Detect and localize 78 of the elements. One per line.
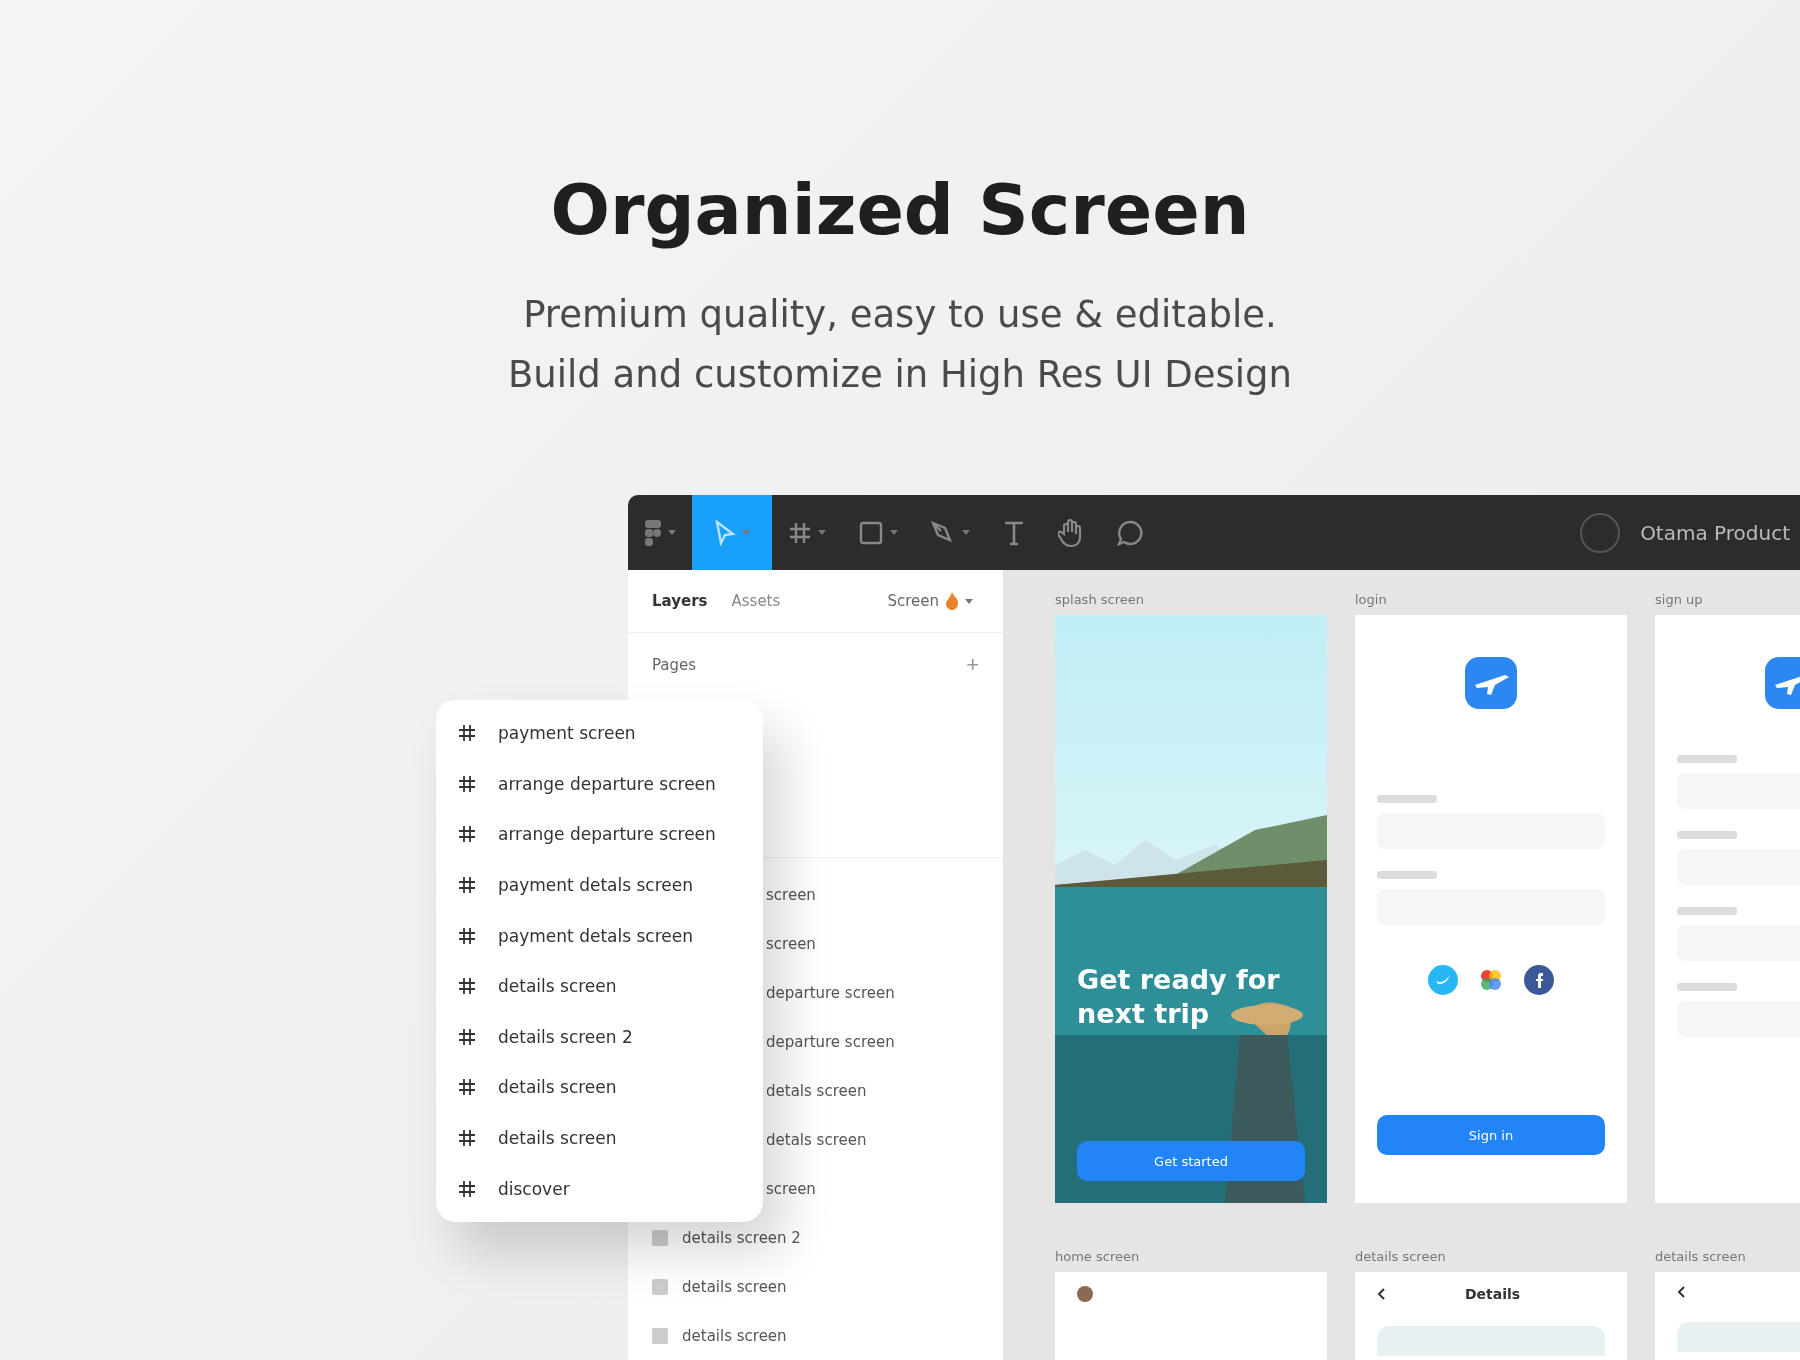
layer-name[interactable]: payment screen	[498, 723, 636, 744]
panel-tab[interactable]: Layers	[652, 592, 708, 610]
frame-icon	[788, 520, 812, 545]
file-name: Otama Product	[1640, 520, 1790, 545]
subtitle: Build and customize in High Res UI Design	[507, 352, 1293, 398]
comment-icon	[1116, 518, 1144, 547]
text-icon	[1002, 519, 1026, 546]
layer-name[interactable]: payment detals screen	[498, 925, 693, 946]
frame-label: sign up	[1655, 592, 1704, 607]
frame-icon	[458, 1129, 476, 1148]
frame-icon	[458, 1027, 476, 1046]
caret-icon	[818, 530, 826, 535]
layer-name[interactable]: arrange departure screen	[498, 824, 716, 845]
get-started-button[interactable]: Get started	[1077, 1141, 1305, 1181]
screen-title: Details	[1465, 1286, 1521, 1302]
caret-icon	[890, 530, 898, 535]
caret-icon	[965, 598, 973, 604]
avatar-icon	[1077, 1286, 1093, 1302]
frame-label: details screen	[1355, 1249, 1447, 1264]
layer-name[interactable]: details screen	[682, 1326, 787, 1345]
splash-title: Get ready for next trip	[1077, 963, 1281, 1031]
frame-label: details screen	[1655, 1249, 1747, 1264]
layer-name[interactable]: details screen	[498, 1077, 617, 1098]
layer-name[interactable]: departure screen	[766, 1032, 895, 1051]
frame-icon	[458, 724, 476, 743]
plane-app-icon	[1465, 657, 1517, 709]
layer-name[interactable]: discover	[498, 1178, 570, 1199]
sign-in-button[interactable]: Sign in	[1377, 1115, 1605, 1155]
back-icon[interactable]	[1677, 1286, 1685, 1298]
label-placeholder	[1677, 907, 1737, 915]
layer-name[interactable]: screen	[766, 885, 816, 904]
frame-icon	[458, 1179, 476, 1198]
frame-icon	[652, 1278, 668, 1295]
frame-icon	[458, 876, 476, 895]
panel-tab[interactable]: Assets	[731, 592, 781, 610]
avatar-icon[interactable]	[1580, 512, 1621, 553]
layer-name[interactable]: detals screen	[766, 1081, 867, 1100]
layer-name[interactable]: arrange departure screen	[498, 773, 716, 794]
frame-label: login	[1355, 592, 1388, 607]
label-placeholder	[1677, 983, 1737, 991]
square-icon	[858, 519, 884, 546]
frame-icon	[458, 825, 476, 844]
caret-icon	[962, 530, 970, 535]
caret-icon	[742, 530, 750, 535]
label-placeholder	[1377, 795, 1437, 803]
frame-icon	[652, 1327, 668, 1344]
pages-title: Pages	[652, 656, 697, 674]
frame-label: splash screen	[1055, 592, 1145, 607]
layer-name[interactable]: details screen	[682, 1277, 787, 1296]
subtitle: Premium quality, easy to use & editable.	[523, 292, 1277, 338]
heading: Organized Screen	[549, 168, 1251, 253]
layer-name[interactable]: details screen 2	[498, 1026, 633, 1047]
layer-name[interactable]: departure screen	[766, 983, 895, 1002]
layer-name[interactable]: screen	[766, 934, 816, 953]
frame-icon	[458, 1078, 476, 1097]
frame-label: home screen	[1055, 1249, 1141, 1264]
flame-icon	[945, 592, 959, 610]
layer-name[interactable]: details screen	[498, 976, 617, 997]
back-icon[interactable]	[1377, 1288, 1385, 1300]
frame-icon	[458, 977, 476, 996]
f-icon[interactable]	[1524, 965, 1554, 995]
frame-icon	[458, 774, 476, 793]
page-menu[interactable]: Screen	[881, 591, 979, 611]
bird-icon[interactable]	[1428, 965, 1458, 995]
hand-icon	[1058, 517, 1084, 548]
layer-name[interactable]: details screen 2	[682, 1228, 801, 1247]
label-placeholder	[1677, 831, 1737, 839]
layer-name[interactable]: payment detals screen	[498, 875, 693, 896]
caret-icon	[668, 530, 676, 535]
frame-icon	[458, 926, 476, 945]
layer-name[interactable]: details screen	[498, 1128, 617, 1149]
cursor-icon	[714, 519, 736, 546]
label-placeholder	[1377, 871, 1437, 879]
layer-name[interactable]: screen	[766, 1179, 816, 1198]
frame-icon	[652, 1229, 668, 1246]
label-placeholder	[1677, 755, 1737, 763]
logo-icon	[644, 518, 662, 547]
layer-name[interactable]: detals screen	[766, 1130, 867, 1149]
